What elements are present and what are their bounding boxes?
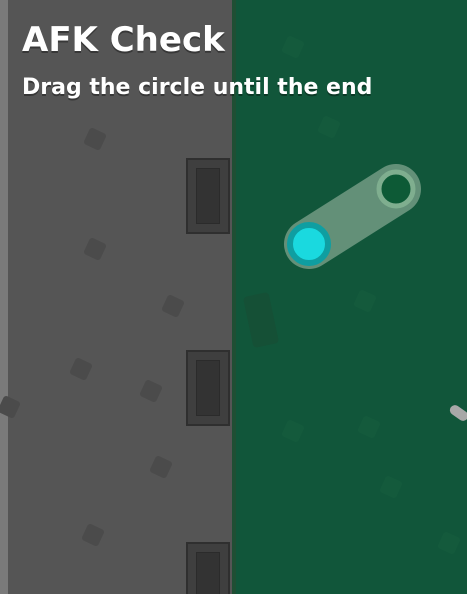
afk-slider-end-marker (376, 169, 416, 209)
page-title: AFK Check (22, 20, 225, 60)
instruction-text: Drag the circle until the end (22, 75, 373, 100)
afk-slider-handle[interactable] (287, 222, 331, 266)
